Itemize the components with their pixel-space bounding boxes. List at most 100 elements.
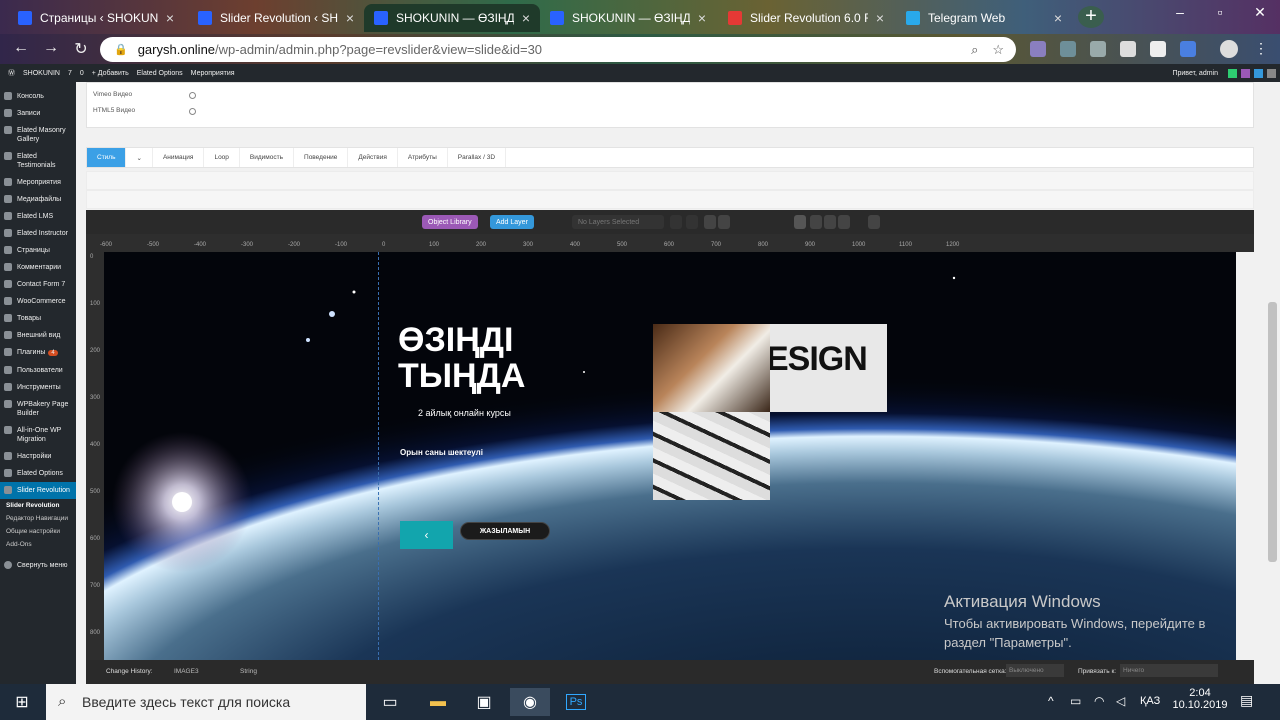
extension-icon[interactable] — [1030, 41, 1046, 57]
sidebar-item[interactable]: Elated Instructor — [0, 225, 76, 242]
store-icon[interactable]: ▣ — [464, 688, 504, 716]
back-icon[interactable]: ← — [10, 39, 32, 57]
sidebar-item[interactable]: Пользователи — [0, 362, 76, 379]
sidebar-item[interactable]: Elated Masonry Gallery — [0, 122, 76, 148]
snap-select[interactable]: Ничего — [1120, 664, 1218, 677]
sidebar-item[interactable]: Комментарии — [0, 259, 76, 276]
sidebar-item[interactable]: Страницы — [0, 242, 76, 259]
search-icon[interactable] — [1267, 68, 1276, 78]
save-icon[interactable] — [1228, 68, 1237, 78]
sidebar-item[interactable]: WPBakery Page Builder — [0, 396, 76, 422]
menu-icon[interactable]: ⋮ — [1254, 40, 1268, 57]
duplicate-icon[interactable] — [718, 215, 730, 229]
sidebar-item[interactable]: Slider Revolution — [0, 482, 76, 499]
slide-canvas[interactable]: ӨЗІҢДІ ТЫҢДА 2 айлық онлайн курсы Орын с… — [104, 252, 1236, 660]
page-scrollbar[interactable] — [1265, 82, 1280, 684]
site-name[interactable]: SHOKUNIN — [23, 70, 60, 77]
collapse-menu[interactable]: Свернуть меню — [0, 557, 76, 574]
desktop-icon[interactable] — [794, 215, 806, 229]
language-indicator[interactable]: ҚАЗ — [1140, 695, 1160, 707]
sidebar-item[interactable]: Contact Form 7 — [0, 276, 76, 293]
extension-icon[interactable] — [1060, 41, 1076, 57]
reload-icon[interactable]: ↻ — [70, 39, 92, 59]
new-tab-button[interactable]: + — [1078, 6, 1104, 28]
tab-close-icon[interactable]: × — [346, 10, 354, 26]
helper-grid-select[interactable]: Выключено — [1006, 664, 1064, 677]
collage-image-hand[interactable] — [653, 324, 770, 412]
sidebar-item[interactable]: WooCommerce — [0, 293, 76, 310]
sidebar-item[interactable]: Внешний вид — [0, 327, 76, 344]
html5-radio[interactable] — [189, 108, 196, 115]
history-image[interactable]: IMAGE3 — [174, 668, 199, 675]
shield-icon[interactable] — [1090, 41, 1106, 57]
zoom-icon[interactable]: ⌕ — [971, 42, 978, 58]
windows-start-icon[interactable]: ⊞ — [2, 688, 42, 716]
volume-icon[interactable]: ◁ — [1116, 694, 1125, 708]
notifications-icon[interactable]: ▤ — [1240, 692, 1253, 709]
trash-icon[interactable] — [704, 215, 716, 229]
tablet-icon[interactable] — [824, 215, 836, 229]
minimize-icon[interactable]: – — [1160, 4, 1200, 20]
comments-count[interactable]: 0 — [80, 70, 84, 77]
tab-close-icon[interactable]: × — [698, 10, 706, 26]
add-new-link[interactable]: + Добавить — [92, 70, 129, 77]
sidebar-item[interactable]: All-in-One WP Migration — [0, 422, 76, 448]
prev-arrow-button[interactable]: ‹ — [400, 521, 453, 549]
view-icon[interactable] — [1241, 68, 1250, 78]
settings-icon[interactable] — [868, 215, 880, 229]
sidebar-subitem[interactable]: Add-Ons — [0, 538, 76, 551]
sidebar-subitem[interactable]: Редактор Навигации — [0, 512, 76, 525]
taskbar-search[interactable]: ⌕ Введите здесь текст для поиска — [46, 684, 366, 720]
clock[interactable]: 2:04 10.10.2019 — [1170, 687, 1230, 711]
tool-tab[interactable]: Поведение — [294, 148, 349, 167]
sidebar-item[interactable]: Мероприятия — [0, 174, 76, 191]
slide-subtitle[interactable]: 2 айлық онлайн курсы — [418, 408, 511, 418]
align-icon[interactable] — [670, 215, 682, 229]
network-icon[interactable]: ▭ — [1070, 694, 1081, 708]
tab-close-icon[interactable]: × — [166, 10, 174, 26]
photoshop-icon[interactable]: Ps — [556, 688, 596, 716]
sidebar-item[interactable]: Плагины 4 — [0, 344, 76, 362]
collage-image-design[interactable]: ESIGN — [770, 324, 887, 412]
updates-count[interactable]: 7 — [68, 70, 72, 77]
url-bar[interactable]: 🔒 garysh.online/wp-admin/admin.php?page=… — [100, 37, 1016, 62]
tool-tab[interactable]: Анимация — [153, 148, 205, 167]
sidebar-item[interactable]: Инструменты — [0, 379, 76, 396]
sidebar-subitem[interactable]: Общие настройки — [0, 525, 76, 538]
object-library-button[interactable]: Object Library — [422, 215, 478, 229]
subscribe-button[interactable]: ЖАЗЫЛАМЫН — [460, 522, 550, 540]
chevron-down-icon[interactable]: ⌄ — [126, 148, 153, 167]
browser-tab[interactable]: SHOKUNIN — ӨЗІҢДІ Т × — [364, 4, 540, 32]
task-view-icon[interactable]: ▭ — [370, 688, 410, 716]
sidebar-item[interactable]: Записи — [0, 105, 76, 122]
slide-title[interactable]: ӨЗІҢДІ ТЫҢДА — [398, 322, 525, 394]
sidebar-item[interactable]: Товары — [0, 310, 76, 327]
browser-tab[interactable]: Страницы ‹ SHOKUNIN × — [8, 4, 184, 32]
chrome-icon[interactable]: ◉ — [510, 688, 550, 716]
sidebar-item[interactable]: Elated Testimonials — [0, 148, 76, 174]
maximize-icon[interactable]: ▫ — [1200, 4, 1240, 20]
browser-tab[interactable]: SHOKUNIN — ӨЗІҢДІ × — [540, 4, 716, 32]
bookmark-star-icon[interactable]: ☆ — [992, 42, 1004, 58]
add-layer-button[interactable]: Add Layer — [490, 215, 534, 229]
sidebar-item[interactable]: Elated Options — [0, 465, 76, 482]
laptop-icon[interactable] — [810, 215, 822, 229]
sidebar-item[interactable]: Консоль — [0, 88, 76, 105]
mobile-icon[interactable] — [838, 215, 850, 229]
collage-image-typography[interactable] — [653, 412, 770, 500]
camera-icon[interactable] — [1120, 41, 1136, 57]
tool-tab[interactable]: Стиль — [87, 148, 127, 167]
close-window-icon[interactable]: ✕ — [1240, 4, 1280, 21]
events-link[interactable]: Мероприятия — [191, 70, 235, 77]
align-icon[interactable] — [686, 215, 698, 229]
elated-options-link[interactable]: Elated Options — [137, 70, 183, 77]
scrollbar-thumb[interactable] — [1268, 302, 1277, 562]
wordpress-icon[interactable]: Ⓦ — [8, 68, 15, 78]
tray-chevron-icon[interactable]: ^ — [1048, 694, 1054, 708]
notion-icon[interactable] — [1150, 41, 1166, 57]
sidebar-item[interactable]: Настройки — [0, 448, 76, 465]
sidebar-subitem[interactable]: Slider Revolution — [0, 499, 76, 512]
tool-tab[interactable]: Атрибуты — [398, 148, 448, 167]
explorer-icon[interactable]: ▬ — [418, 688, 458, 716]
browser-tab[interactable]: Telegram Web × — [896, 4, 1072, 32]
